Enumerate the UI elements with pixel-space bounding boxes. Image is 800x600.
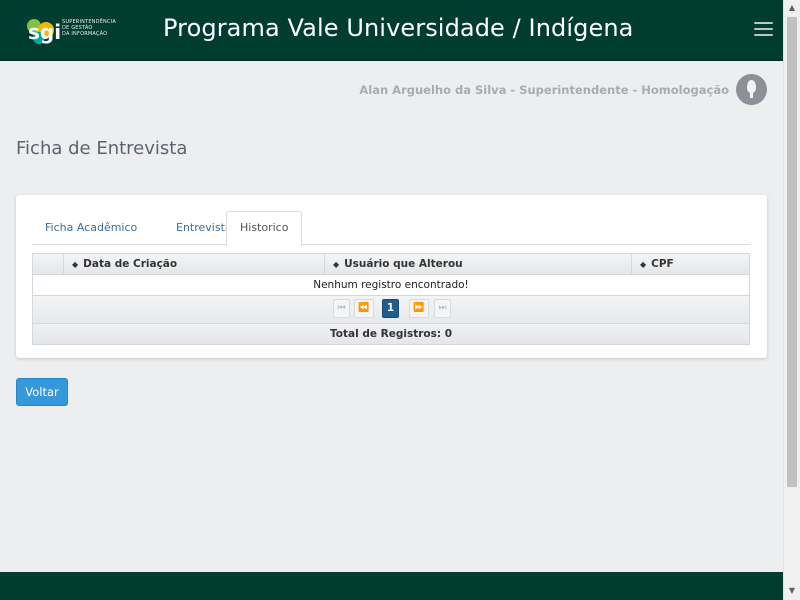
user-name-label[interactable]: Alan Arguelho da Silva - Superintendente…: [359, 83, 729, 97]
tab-bar: Ficha Acadêmico Entrevista Historico: [32, 211, 750, 246]
back-button[interactable]: Voltar: [16, 378, 68, 406]
top-navbar: sgi SUPERINTENDÊNCIA DE GESTÃO DA INFORM…: [0, 0, 783, 61]
user-avatar-icon[interactable]: [736, 74, 767, 105]
user-bar: Alan Arguelho da Silva - Superintendente…: [183, 74, 783, 106]
first-page-icon[interactable]: ⏮: [333, 299, 350, 318]
logo-caption-line: DA INFORMAÇÃO: [62, 31, 108, 37]
empty-message: Nenhum registro encontrado!: [33, 275, 749, 296]
total-records: Total de Registros: 0: [33, 324, 749, 344]
tab-historico[interactable]: Historico: [226, 211, 303, 246]
content-panel: Ficha Acadêmico Entrevista Historico ◆ Da…: [16, 195, 767, 358]
sgi-logo[interactable]: sgi SUPERINTENDÊNCIA DE GESTÃO DA INFORM…: [26, 14, 126, 48]
vertical-scrollbar[interactable]: ▲ ▼: [783, 0, 800, 600]
sgi-logo-mark: sgi: [27, 19, 60, 44]
page-title: Ficha de Entrevista: [16, 138, 188, 159]
app-title: Programa Vale Universidade / Indígena: [163, 14, 634, 42]
last-page-icon[interactable]: ⏭: [434, 299, 451, 318]
page-button-current[interactable]: 1: [382, 299, 399, 318]
logo-caption: SUPERINTENDÊNCIA DE GESTÃO DA INFORMAÇÃO: [62, 19, 132, 37]
sort-icon: ◆: [72, 260, 79, 269]
footer-bar: [0, 572, 783, 600]
next-page-icon[interactable]: ⏩: [409, 299, 429, 318]
scrollbar-thumb[interactable]: [787, 17, 797, 487]
hamburger-menu-icon[interactable]: [754, 22, 773, 38]
sort-icon: ◆: [640, 260, 647, 269]
column-cpf[interactable]: ◆ CPF: [631, 254, 749, 274]
scroll-up-arrow-icon[interactable]: ▲: [787, 3, 797, 13]
prev-page-icon[interactable]: ⏪: [354, 299, 374, 318]
column-label: CPF: [651, 258, 674, 270]
column-data-de-criacao[interactable]: ◆ Data de Criação: [63, 254, 324, 274]
pagination: ⏮ ⏪ 1 ⏩ ⏭: [33, 296, 749, 324]
history-table: ◆ Data de Criação ◆ Usuário que Alterou ◆ C…: [32, 253, 750, 345]
table-header: ◆ Data de Criação ◆ Usuário que Alterou ◆ C…: [33, 254, 749, 275]
column-label: Usuário que Alterou: [344, 258, 463, 270]
scroll-down-arrow-icon[interactable]: ▼: [787, 586, 797, 596]
column-usuario-que-alterou[interactable]: ◆ Usuário que Alterou: [324, 254, 631, 274]
sort-icon: ◆: [333, 260, 340, 269]
column-label: Data de Criação: [83, 258, 178, 270]
svg-text:sgi: sgi: [28, 20, 60, 44]
tab-ficha-academico[interactable]: Ficha Acadêmico: [32, 211, 150, 244]
